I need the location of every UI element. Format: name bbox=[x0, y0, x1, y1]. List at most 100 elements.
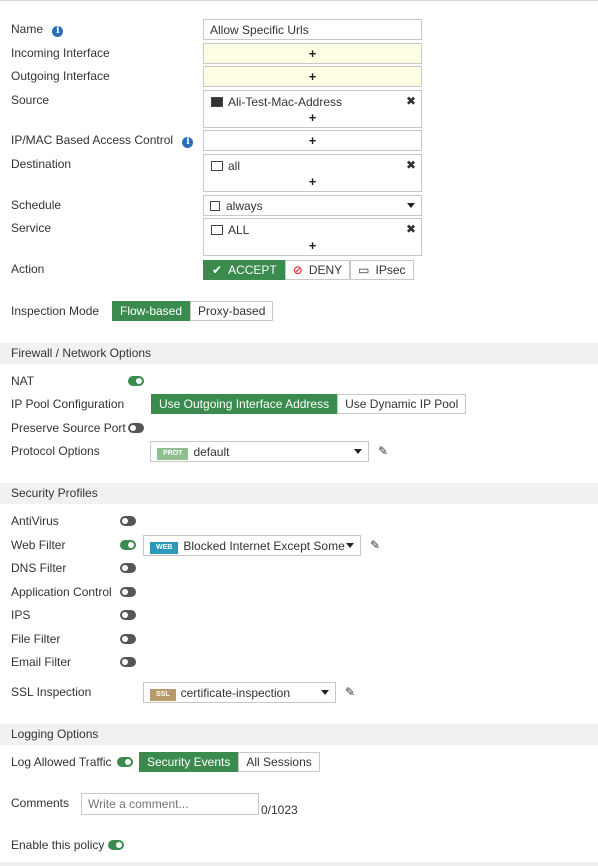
name-label: Name i bbox=[11, 22, 64, 37]
schedule-label: Schedule bbox=[11, 198, 62, 212]
top-divider bbox=[0, 0, 598, 1]
edit-icon[interactable]: ✎ bbox=[378, 444, 388, 458]
protocol-options-label: Protocol Options bbox=[11, 444, 100, 458]
remove-icon[interactable]: ✖ bbox=[406, 158, 416, 172]
laptop-icon: ▭ bbox=[358, 263, 370, 277]
log-allowed-traffic-toggle[interactable] bbox=[117, 757, 133, 767]
antivirus-toggle[interactable] bbox=[120, 516, 136, 526]
protocol-options-value: default bbox=[193, 445, 230, 459]
ssl-tag: SSL bbox=[150, 689, 176, 701]
remove-icon[interactable]: ✖ bbox=[406, 94, 416, 108]
web-tag: WEB bbox=[150, 542, 179, 554]
schedule-icon bbox=[210, 201, 220, 211]
security-events-button[interactable]: Security Events bbox=[139, 752, 239, 772]
flow-based-button[interactable]: Flow-based bbox=[112, 301, 191, 321]
web-filter-label: Web Filter bbox=[11, 538, 66, 552]
outgoing-interface-field[interactable]: + bbox=[203, 66, 422, 87]
ip-pool-label: IP Pool Configuration bbox=[11, 397, 125, 411]
outgoing-interface-address-button[interactable]: Use Outgoing Interface Address bbox=[151, 394, 338, 414]
firewall-section-header: Firewall / Network Options bbox=[0, 343, 598, 364]
comment-char-counter: 0/1023 bbox=[261, 803, 298, 817]
dns-filter-label: DNS Filter bbox=[11, 561, 67, 575]
action-label: Action bbox=[11, 262, 45, 276]
source-entry[interactable]: Ali-Test-Mac-Address bbox=[211, 95, 342, 109]
email-filter-toggle[interactable] bbox=[120, 657, 136, 667]
add-icon[interactable]: + bbox=[204, 239, 421, 253]
inspection-mode-group: Flow-based Proxy-based bbox=[112, 301, 274, 321]
add-icon[interactable]: + bbox=[204, 175, 421, 189]
chevron-down-icon bbox=[354, 449, 362, 454]
web-filter-select[interactable]: WEB Blocked Internet Except Some bbox=[143, 535, 361, 556]
schedule-value: always bbox=[226, 199, 263, 213]
preserve-source-port-toggle[interactable] bbox=[128, 423, 144, 433]
incoming-interface-label: Incoming Interface bbox=[11, 46, 110, 60]
dynamic-ip-pool-button[interactable]: Use Dynamic IP Pool bbox=[337, 394, 467, 414]
application-control-label: Application Control bbox=[11, 585, 112, 599]
edit-icon[interactable]: ✎ bbox=[345, 685, 355, 699]
action-deny-button[interactable]: ⊘ DENY bbox=[284, 260, 351, 280]
ssl-inspection-select[interactable]: SSL certificate-inspection bbox=[143, 682, 336, 703]
add-icon[interactable]: + bbox=[204, 111, 421, 125]
deny-icon: ⊘ bbox=[292, 263, 303, 277]
all-sessions-button[interactable]: All Sessions bbox=[238, 752, 320, 772]
add-icon[interactable]: + bbox=[204, 47, 421, 61]
email-filter-label: Email Filter bbox=[11, 655, 72, 669]
security-section-header: Security Profiles bbox=[0, 483, 598, 504]
remove-icon[interactable]: ✖ bbox=[406, 222, 416, 236]
chevron-down-icon bbox=[346, 543, 354, 548]
destination-entry[interactable]: all bbox=[211, 159, 240, 173]
chevron-down-icon bbox=[407, 203, 415, 208]
prot-tag: PROT bbox=[157, 448, 189, 460]
nat-toggle[interactable] bbox=[128, 376, 144, 386]
bottom-divider bbox=[0, 862, 598, 866]
source-field[interactable]: Ali-Test-Mac-Address ✖ + bbox=[203, 90, 422, 128]
comments-textarea[interactable] bbox=[81, 793, 259, 815]
info-icon[interactable]: i bbox=[182, 137, 194, 148]
web-filter-value: Blocked Internet Except Some bbox=[183, 539, 345, 553]
service-entry[interactable]: ALL bbox=[211, 223, 249, 237]
action-accept-button[interactable]: ✔ ACCEPT bbox=[203, 260, 285, 280]
destination-label: Destination bbox=[11, 157, 72, 171]
web-filter-toggle[interactable] bbox=[120, 540, 136, 550]
name-input[interactable] bbox=[203, 19, 422, 40]
antivirus-label: AntiVirus bbox=[11, 514, 59, 528]
enable-policy-toggle[interactable] bbox=[108, 840, 124, 850]
service-icon bbox=[211, 225, 223, 235]
logging-section-header: Logging Options bbox=[0, 724, 598, 745]
info-icon[interactable]: i bbox=[52, 26, 64, 37]
comments-label: Comments bbox=[11, 796, 70, 810]
log-allowed-traffic-label: Log Allowed Traffic bbox=[11, 755, 112, 769]
edit-icon[interactable]: ✎ bbox=[370, 538, 380, 552]
ipmac-field[interactable]: + bbox=[203, 130, 422, 151]
ssl-inspection-value: certificate-inspection bbox=[180, 686, 291, 700]
add-icon[interactable]: + bbox=[204, 70, 421, 84]
action-ipsec-button[interactable]: ▭ IPsec bbox=[350, 260, 414, 280]
service-label: Service bbox=[11, 221, 52, 235]
destination-entry-label: all bbox=[228, 159, 241, 173]
application-control-toggle[interactable] bbox=[120, 587, 136, 597]
source-entry-label: Ali-Test-Mac-Address bbox=[228, 95, 343, 109]
enable-policy-label: Enable this policy bbox=[11, 838, 105, 852]
service-field[interactable]: ALL ✖ + bbox=[203, 218, 422, 256]
action-group: ✔ ACCEPT ⊘ DENY ▭ IPsec bbox=[203, 260, 414, 280]
ip-pool-group: Use Outgoing Interface Address Use Dynam… bbox=[151, 394, 467, 414]
chevron-down-icon bbox=[321, 690, 329, 695]
log-mode-group: Security Events All Sessions bbox=[139, 752, 320, 772]
incoming-interface-field[interactable]: + bbox=[203, 43, 422, 64]
nat-label: NAT bbox=[11, 374, 35, 388]
ips-toggle[interactable] bbox=[120, 610, 136, 620]
add-icon[interactable]: + bbox=[204, 134, 421, 148]
destination-field[interactable]: all ✖ + bbox=[203, 154, 422, 192]
file-filter-toggle[interactable] bbox=[120, 634, 136, 644]
inspection-mode-label: Inspection Mode bbox=[11, 304, 100, 318]
proxy-based-button[interactable]: Proxy-based bbox=[190, 301, 274, 321]
address-icon bbox=[211, 161, 223, 171]
source-label: Source bbox=[11, 93, 50, 107]
ssl-inspection-label: SSL Inspection bbox=[11, 685, 92, 699]
service-entry-label: ALL bbox=[228, 223, 250, 237]
protocol-options-select[interactable]: PROT default bbox=[150, 441, 369, 462]
mac-address-icon bbox=[211, 97, 223, 107]
schedule-select[interactable]: always bbox=[203, 195, 422, 216]
dns-filter-toggle[interactable] bbox=[120, 563, 136, 573]
outgoing-interface-label: Outgoing Interface bbox=[11, 69, 110, 83]
